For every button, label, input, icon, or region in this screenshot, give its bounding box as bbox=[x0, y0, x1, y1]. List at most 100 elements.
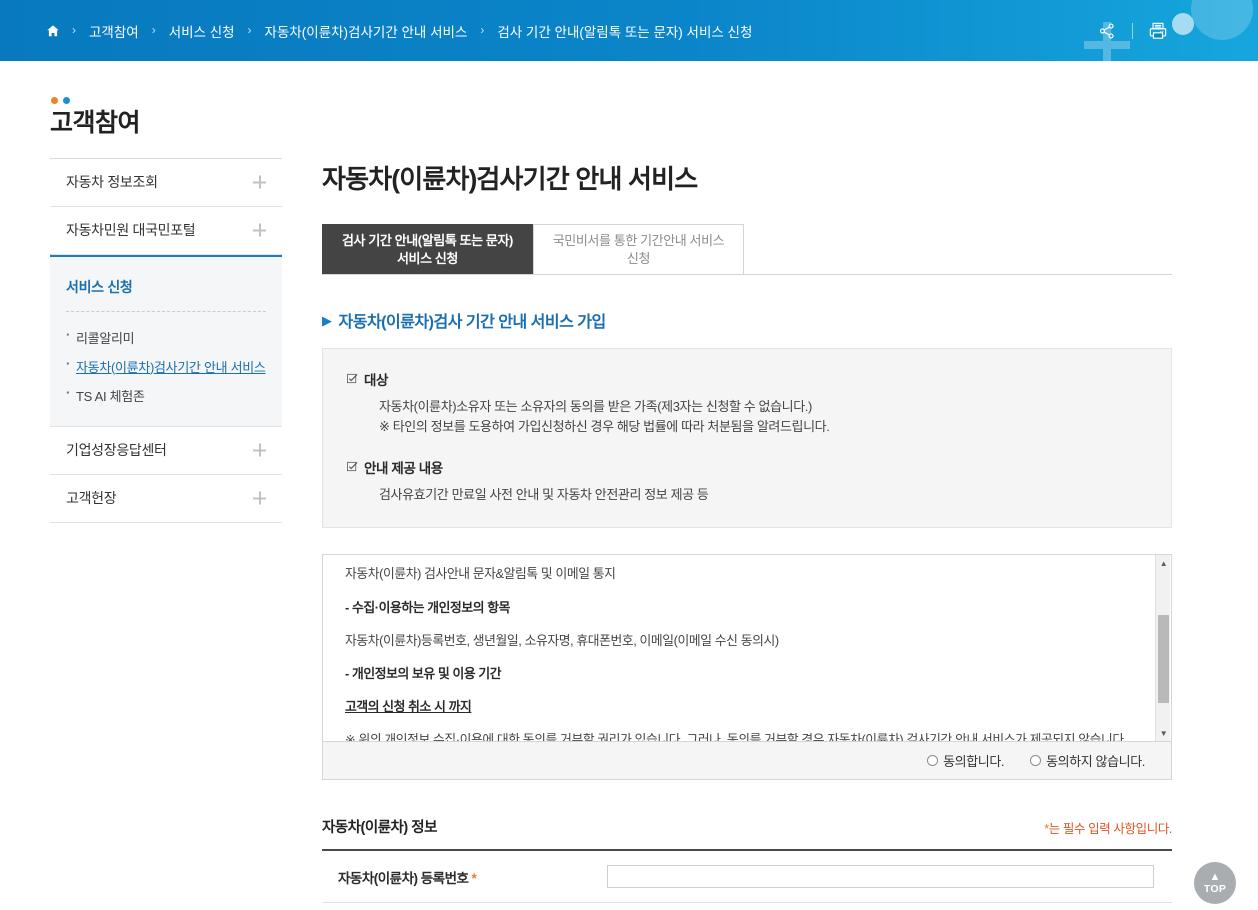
section-heading-label: 자동차(이륜차)검사 기간 안내 서비스 가입 bbox=[339, 308, 606, 332]
tab-bar: 검사 기간 안내(알림톡 또는 문자) 서비스 신청 국민비서를 통한 기간안내… bbox=[322, 224, 1172, 275]
breadcrumb-item-2[interactable]: 자동차(이륜차)검사기간 안내 서비스 bbox=[262, 21, 471, 41]
page-body: 고객참여 자동차 정보조회 자동차민원 대국민포털 서비스 신청 리콜알리미 자… bbox=[0, 61, 1258, 910]
tab-gov-assistant-request[interactable]: 국민비서를 통한 기간안내 서비스 신청 bbox=[533, 224, 744, 274]
breadcrumb-separator-0: › bbox=[62, 23, 86, 37]
form-label: 자동차(이륜차) 등록번호* bbox=[322, 867, 607, 887]
main-content: 자동차(이륜차)검사기간 안내 서비스 검사 기간 안내(알림톡 또는 문자) … bbox=[322, 61, 1172, 910]
checkbox-checked-icon bbox=[347, 372, 358, 387]
info-line: 검사유효기간 만료일 사전 안내 및 자동차 안전관리 정보 제공 등 bbox=[347, 485, 1147, 505]
info-label-text: 안내 제공 내용 bbox=[364, 457, 443, 477]
plus-icon[interactable] bbox=[253, 444, 266, 457]
plus-icon[interactable] bbox=[253, 492, 266, 505]
sidebar-subitem-ts-ai-zone[interactable]: TS AI 체험존 bbox=[66, 381, 266, 410]
share-icon[interactable] bbox=[1095, 19, 1119, 43]
form-table: 자동차(이륜차) 등록번호* 생년월일 또는 법인번호/사업자번호* bbox=[322, 849, 1172, 910]
form-row-birthdate: 생년월일 또는 법인번호/사업자번호* bbox=[322, 903, 1172, 910]
sidebar-subitem-recall[interactable]: 리콜알리미 bbox=[66, 323, 266, 352]
sidebar-item-label: 고객헌장 bbox=[66, 488, 116, 508]
breadcrumb-item-3[interactable]: 검사 기간 안내(알림톡 또는 문자) 서비스 신청 bbox=[494, 21, 755, 41]
tab-label-line1: 국민비서를 통한 기간안내 서비스 bbox=[553, 233, 724, 248]
consent-paragraph: ※ 위의 개인정보 수집·이용에 대한 동의를 거부할 권리가 있습니다. 그러… bbox=[345, 730, 1141, 741]
scroll-down-arrow-icon[interactable]: ▼ bbox=[1156, 725, 1171, 741]
info-label-content: 안내 제공 내용 bbox=[347, 457, 1147, 477]
scroll-up-arrow-icon[interactable]: ▲ bbox=[1156, 555, 1171, 571]
chevron-up-icon: ▲ bbox=[1210, 872, 1221, 883]
sidebar-sub-list: 리콜알리미 자동차(이륜차)검사기간 안내 서비스 TS AI 체험존 bbox=[66, 323, 266, 410]
radio-disagree[interactable]: 동의하지 않습니다. bbox=[1030, 751, 1145, 770]
consent-paragraph: 고객의 신청 취소 시 까지 bbox=[345, 697, 1141, 716]
home-icon[interactable] bbox=[46, 24, 60, 38]
header-actions bbox=[1095, 0, 1170, 61]
required-note: *는 필수 입력 사항입니다. bbox=[1044, 818, 1172, 837]
tab-sms-notice-request[interactable]: 검사 기간 안내(알림톡 또는 문자) 서비스 신청 bbox=[322, 224, 533, 274]
breadcrumb-separator-3: › bbox=[470, 23, 494, 37]
sidebar-group-service-request: 서비스 신청 리콜알리미 자동차(이륜차)검사기간 안내 서비스 TS AI 체… bbox=[50, 255, 282, 427]
consent-paragraph: 자동차(이륜차)등록번호, 생년월일, 소유자명, 휴대폰번호, 이메일(이메일… bbox=[345, 631, 1141, 650]
radio-mark[interactable] bbox=[927, 755, 938, 766]
radio-agree-label: 동의합니다. bbox=[943, 751, 1004, 770]
sidebar-nav: 자동차 정보조회 자동차민원 대국민포털 서비스 신청 리콜알리미 자동차(이륜… bbox=[50, 158, 282, 523]
form-title: 자동차(이륜차) 정보 bbox=[322, 816, 437, 837]
info-line: 자동차(이륜차)소유자 또는 소유자의 동의를 받은 가족(제3자는 신청할 수… bbox=[347, 397, 1147, 417]
sidebar-item-label: 자동차 정보조회 bbox=[66, 172, 158, 192]
tab-label-line1: 검사 기간 안내(알림톡 또는 문자) bbox=[342, 233, 513, 248]
section-heading: ▶ 자동차(이륜차)검사 기간 안내 서비스 가입 bbox=[322, 308, 1172, 332]
sidebar: 고객참여 자동차 정보조회 자동차민원 대국민포털 서비스 신청 리콜알리미 자… bbox=[50, 97, 282, 523]
breadcrumb-item-1[interactable]: 서비스 신청 bbox=[166, 21, 238, 41]
breadcrumb-separator-1: › bbox=[142, 23, 166, 37]
top-button-label: TOP bbox=[1204, 884, 1226, 895]
breadcrumb-separator-2: › bbox=[238, 23, 262, 37]
page-title: 자동차(이륜차)검사기간 안내 서비스 bbox=[322, 61, 1172, 196]
sidebar-item-label: 자동차민원 대국민포털 bbox=[66, 220, 195, 240]
sidebar-dots bbox=[50, 97, 282, 104]
info-label-text: 대상 bbox=[364, 369, 388, 389]
info-box: 대상 자동차(이륜차)소유자 또는 소유자의 동의를 받은 가족(제3자는 신청… bbox=[322, 348, 1172, 528]
decorative-circle-large bbox=[1191, 0, 1253, 40]
sidebar-subitem-inspection-notice[interactable]: 자동차(이륜차)검사기간 안내 서비스 bbox=[66, 352, 266, 381]
required-note-text: 는 필수 입력 사항입니다. bbox=[1049, 822, 1172, 836]
consent-paragraph: - 개인정보의 보유 및 이용 기간 bbox=[345, 664, 1141, 683]
info-group-content: 안내 제공 내용 검사유효기간 만료일 사전 안내 및 자동차 안전관리 정보 … bbox=[347, 457, 1147, 505]
tab-label-line2: 서비스 신청 bbox=[397, 251, 458, 266]
consent-section: 자동차(이륜차) 검사안내 문자&알림톡 및 이메일 통지 - 수집·이용하는 … bbox=[322, 554, 1172, 780]
required-star: * bbox=[471, 871, 476, 886]
info-group-target: 대상 자동차(이륜차)소유자 또는 소유자의 동의를 받은 가족(제3자는 신청… bbox=[347, 369, 1147, 437]
form-row-registration-number: 자동차(이륜차) 등록번호* bbox=[322, 851, 1172, 903]
form-header: 자동차(이륜차) 정보 *는 필수 입력 사항입니다. bbox=[322, 816, 1172, 849]
top-header-bar: › 고객참여 › 서비스 신청 › 자동차(이륜차)검사기간 안내 서비스 › … bbox=[0, 0, 1258, 61]
decorative-circle-small bbox=[1172, 13, 1194, 35]
sidebar-item-growth-center[interactable]: 기업성장응답센터 bbox=[50, 427, 282, 475]
sidebar-item-vehicle-info[interactable]: 자동차 정보조회 bbox=[50, 159, 282, 207]
tab-label-line2: 신청 bbox=[627, 251, 650, 266]
consent-paragraph: - 수집·이용하는 개인정보의 항목 bbox=[345, 598, 1141, 617]
consent-scroll-area[interactable]: 자동차(이륜차) 검사안내 문자&알림톡 및 이메일 통지 - 수집·이용하는 … bbox=[323, 555, 1171, 741]
header-divider bbox=[1132, 23, 1133, 39]
breadcrumb-item-0[interactable]: 고객참여 bbox=[86, 21, 142, 41]
consent-scrollbar[interactable]: ▲ ▼ bbox=[1155, 555, 1170, 741]
form-label-text: 자동차(이륜차) 등록번호 bbox=[338, 871, 468, 886]
sidebar-item-customer-charter[interactable]: 고객헌장 bbox=[50, 475, 282, 523]
sidebar-item-civil-portal[interactable]: 자동차민원 대국민포털 bbox=[50, 207, 282, 255]
checkbox-checked-icon bbox=[347, 460, 358, 475]
breadcrumb: › 고객참여 › 서비스 신청 › 자동차(이륜차)검사기간 안내 서비스 › … bbox=[46, 0, 755, 61]
info-line: ※ 타인의 정보를 도용하여 가입신청하신 경우 해당 법률에 따라 처분됨을 … bbox=[347, 417, 1147, 437]
consent-paragraph: 자동차(이륜차) 검사안내 문자&알림톡 및 이메일 통지 bbox=[345, 564, 1141, 583]
sidebar-title: 고객참여 bbox=[50, 110, 282, 138]
sidebar-item-label: 기업성장응답센터 bbox=[66, 440, 167, 460]
info-label-target: 대상 bbox=[347, 369, 1147, 389]
radio-disagree-label: 동의하지 않습니다. bbox=[1046, 751, 1145, 770]
scrollbar-thumb[interactable] bbox=[1158, 615, 1169, 703]
sidebar-dot-blue bbox=[63, 97, 70, 104]
registration-number-input[interactable] bbox=[607, 865, 1154, 888]
chevron-right-icon: ▶ bbox=[322, 314, 332, 327]
plus-icon[interactable] bbox=[253, 224, 266, 237]
sidebar-dot-orange bbox=[51, 97, 58, 104]
sidebar-group-title[interactable]: 서비스 신청 bbox=[66, 271, 266, 312]
plus-icon[interactable] bbox=[253, 176, 266, 189]
scroll-to-top-button[interactable]: ▲ TOP bbox=[1194, 862, 1236, 904]
radio-agree[interactable]: 동의합니다. bbox=[927, 751, 1004, 770]
radio-mark[interactable] bbox=[1030, 755, 1041, 766]
form-field bbox=[607, 865, 1172, 888]
print-icon[interactable] bbox=[1146, 19, 1170, 43]
consent-radio-group: 동의합니다. 동의하지 않습니다. bbox=[323, 741, 1171, 779]
